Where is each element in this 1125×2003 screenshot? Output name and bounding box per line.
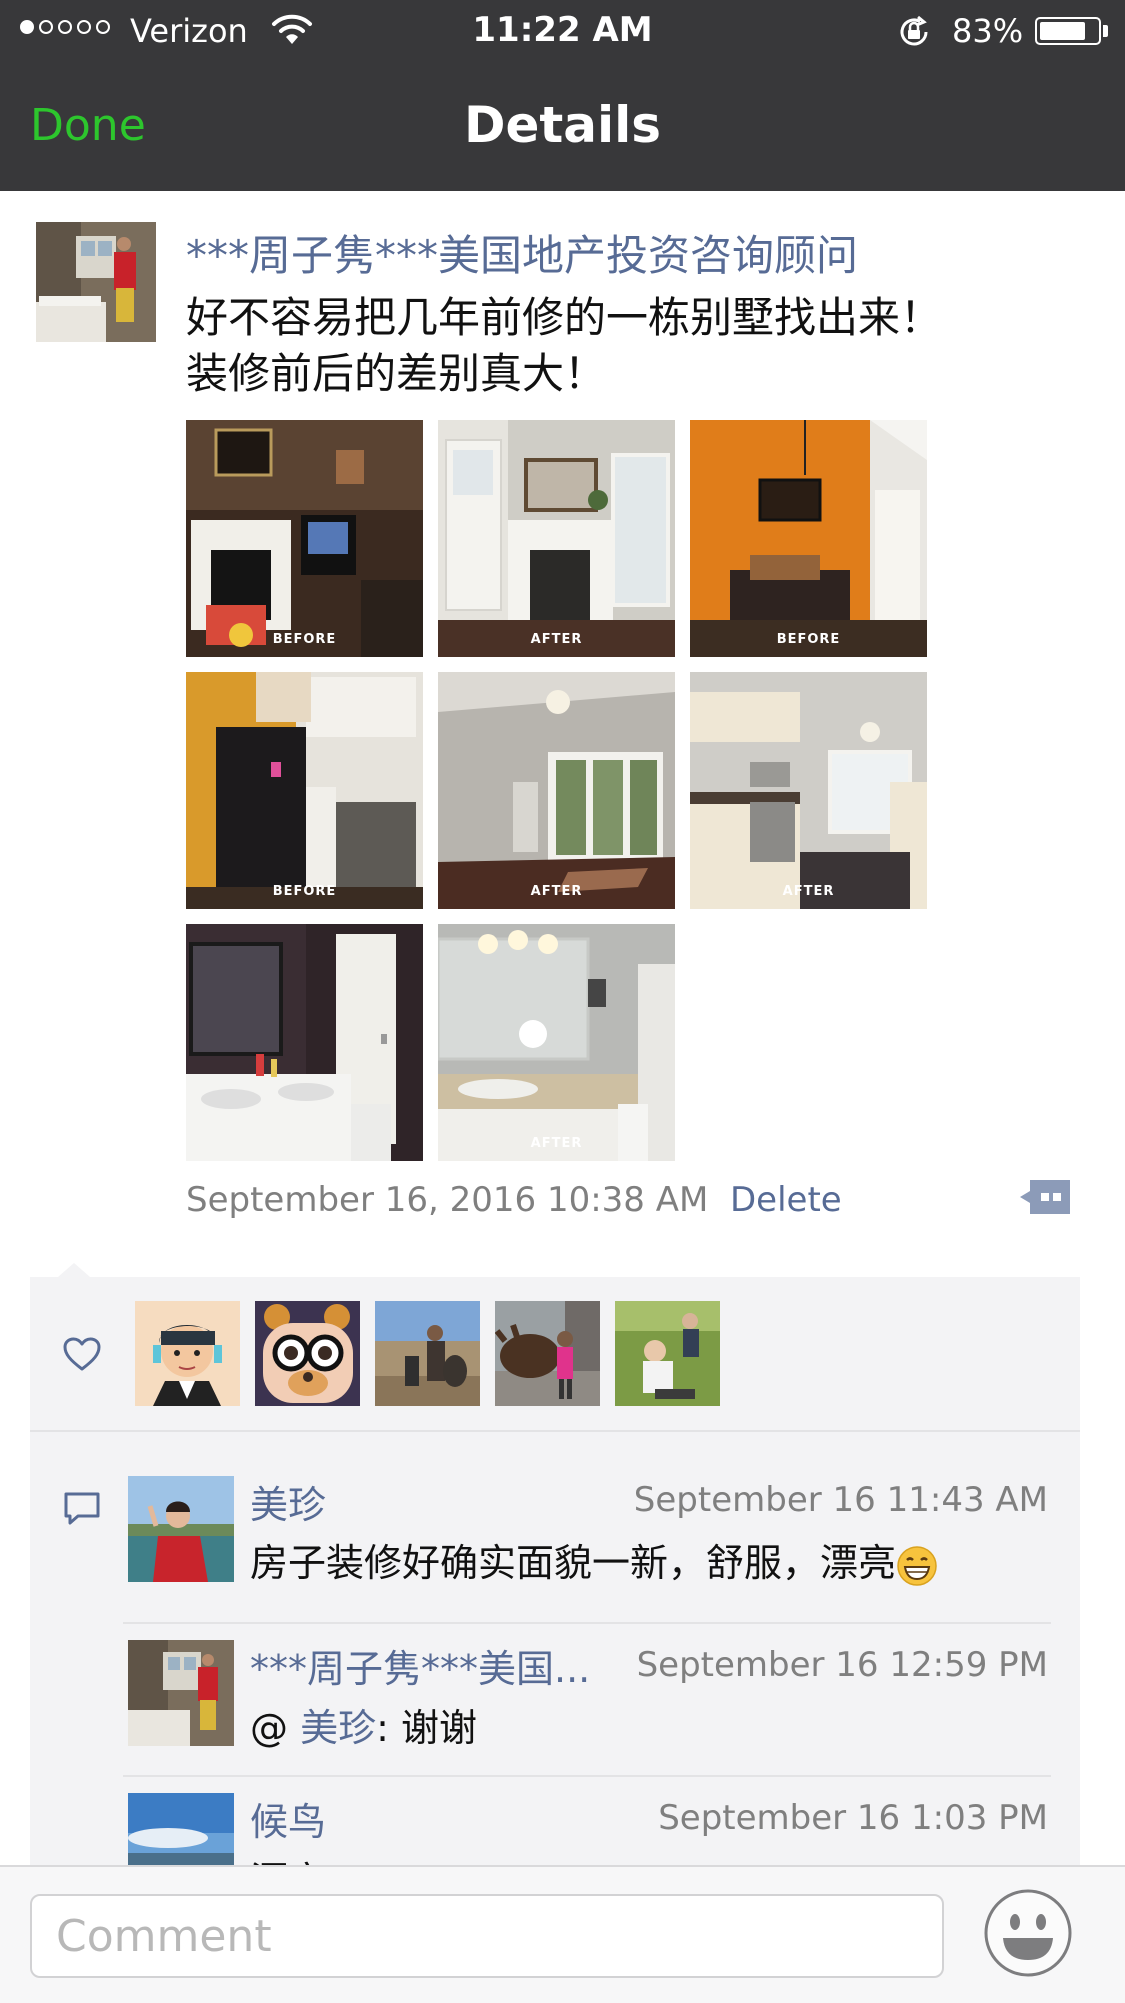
commenter-name[interactable]: ***周子隽***美国... <box>250 1638 590 1693</box>
photo-caption: AFTER <box>530 884 583 899</box>
reply-prefix: @ <box>250 1706 301 1750</box>
liker-avatar[interactable] <box>495 1301 600 1406</box>
heart-icon <box>63 1337 101 1371</box>
comment-input[interactable] <box>30 1894 944 1978</box>
photo-thumbnail[interactable]: BEFORE <box>186 420 423 657</box>
grinning-emoji-icon <box>897 1545 937 1586</box>
photo-thumbnail[interactable]: BEFORE <box>186 672 423 909</box>
commenter-name[interactable]: 候鸟 <box>250 1791 326 1846</box>
photo-thumbnail[interactable]: AFTER <box>438 420 675 657</box>
comment-timestamp: September 16 1:03 PM <box>658 1798 1048 1838</box>
comment-input-bar <box>0 1865 1125 2003</box>
post-author-name[interactable]: ***周子隽***美国地产投资咨询顾问 <box>186 222 858 283</box>
photo-caption: BEFORE <box>272 884 337 899</box>
navigation-bar: Verizon 11:22 AM 83% Done Details <box>0 0 1125 191</box>
battery-icon <box>1035 17 1101 45</box>
mention-link[interactable]: 美珍 <box>300 1706 376 1750</box>
commenter-avatar[interactable] <box>128 1640 234 1746</box>
rotation-lock-icon <box>900 15 928 46</box>
comment-text: @ 美珍: 谢谢 <box>250 1697 477 1752</box>
delete-button[interactable]: Delete <box>730 1180 842 1220</box>
photo-thumbnail[interactable]: BEFORE <box>690 420 927 657</box>
panel-divider <box>30 1430 1080 1432</box>
post-timestamp: September 16, 2016 10:38 AM <box>186 1180 709 1220</box>
battery-percentage: 83% <box>952 12 1024 50</box>
post-text-line: 装修前后的差别真大！ <box>186 349 607 398</box>
photo-thumbnail[interactable]: AFTER <box>690 672 927 909</box>
commenter-name[interactable]: 美珍 <box>250 1474 326 1529</box>
liker-avatar[interactable] <box>615 1301 720 1406</box>
comment-timestamp: September 16 11:43 AM <box>633 1480 1048 1520</box>
post-text: 好不容易把几年前修的一栋别墅找出来！ 装修前后的差别真大！ <box>186 290 942 402</box>
liker-avatar[interactable] <box>255 1301 360 1406</box>
emoji-face-icon[interactable] <box>983 1888 1073 1978</box>
comment-timestamp: September 16 12:59 PM <box>636 1645 1048 1685</box>
comment-text-body: : 谢谢 <box>376 1706 477 1750</box>
panel-pointer <box>58 1263 90 1277</box>
photo-caption: BEFORE <box>272 632 337 647</box>
liker-avatar[interactable] <box>135 1301 240 1406</box>
photo-caption: AFTER <box>530 632 583 647</box>
author-avatar[interactable] <box>36 222 156 342</box>
comment-action-icon[interactable] <box>1016 1176 1074 1218</box>
photo-thumbnail[interactable]: AFTER <box>438 672 675 909</box>
comment-text-body: 房子装修好确实面貌一新，舒服，漂亮 <box>250 1541 897 1585</box>
battery-nub <box>1103 25 1108 37</box>
photo-thumbnail[interactable]: AFTER <box>438 924 675 1161</box>
comment-bubble-icon <box>64 1492 100 1525</box>
photo-caption: AFTER <box>530 1136 583 1151</box>
comment-divider <box>123 1775 1051 1777</box>
photo-thumbnail[interactable] <box>186 924 423 1161</box>
liker-avatar[interactable] <box>375 1301 480 1406</box>
page-title: Details <box>463 96 662 154</box>
commenter-avatar[interactable] <box>128 1476 234 1582</box>
post-text-line: 好不容易把几年前修的一栋别墅找出来！ <box>186 293 943 342</box>
photo-caption: BEFORE <box>776 632 841 647</box>
comment-divider <box>123 1622 1051 1624</box>
photo-caption: AFTER <box>782 884 835 899</box>
status-bar: Verizon 11:22 AM 83% <box>0 0 1125 62</box>
comment-text: 房子装修好确实面貌一新，舒服，漂亮 <box>250 1532 938 1587</box>
